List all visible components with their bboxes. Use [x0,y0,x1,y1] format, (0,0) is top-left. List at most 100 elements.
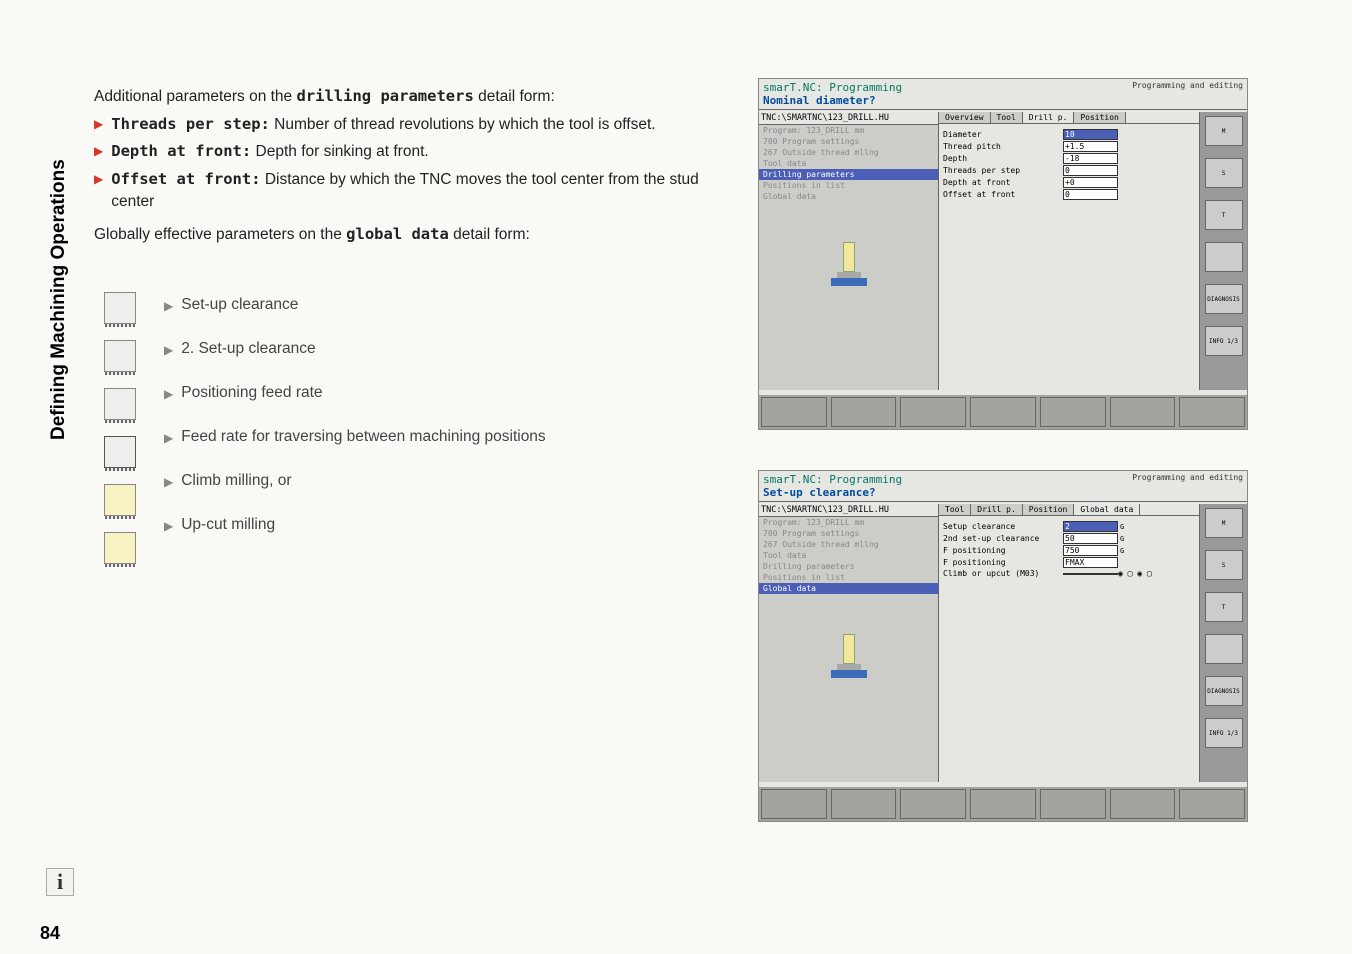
triangle-bullet-icon: ▶ [164,385,173,401]
bullet-3: ▶ Offset at front: Distance by which the… [94,169,714,212]
tab[interactable]: Drill p. [1023,112,1075,123]
fields-area: Setup clearance2 G2nd set-up clearance50… [939,516,1199,583]
app-title: smarT.NC: Programming [763,81,902,94]
mode-button[interactable]: DIAGNOSIS [1205,676,1243,706]
tree-row[interactable]: Positions in list [759,572,938,583]
field-label: Climb or upcut (M03) [943,569,1063,578]
tree-row[interactable]: Program: 123_DRILL mm [759,125,938,136]
screenshot-a-title: smarT.NC: Programming Nominal diameter? [763,81,902,107]
field-label: Offset at front [943,190,1063,199]
field-input[interactable]: 750 [1063,545,1118,556]
feed-traverse-icon [104,436,136,468]
mode-button[interactable] [1205,634,1243,664]
mode-button[interactable]: S [1205,158,1243,188]
gl-2: Positioning feed rate [181,384,322,402]
mode-button[interactable]: INFO 1/3 [1205,326,1243,356]
stud-diagram [759,594,938,684]
app-title: smarT.NC: Programming [763,473,902,486]
screenshot-global-data: smarT.NC: Programming Set-up clearance? … [758,470,1248,822]
mode-button[interactable]: T [1205,592,1243,622]
fields-area: Diameter10Thread pitch+1.5Depth-18Thread… [939,124,1199,205]
global-a: Globally effective parameters on the [94,226,346,243]
triangle-bullet-icon: ▶ [164,429,173,445]
triangle-bullet-icon: ▶ [164,341,173,357]
tree-row[interactable]: Global data [759,583,938,594]
tree-path: TNC:\SMARTNC\123_DRILL.HU [759,504,938,517]
tree-row[interactable]: Program: 123_DRILL mm [759,517,938,528]
tree-row[interactable]: Tool data [759,158,938,169]
field-input[interactable]: 10 [1063,129,1118,140]
tab[interactable]: Drill p. [971,504,1023,515]
field-input[interactable]: FMAX [1063,557,1118,568]
tab[interactable]: Overview [939,112,991,123]
tree-row[interactable]: Global data [759,191,938,202]
tree-row[interactable]: 700 Program settings [759,528,938,539]
field-label: Setup clearance [943,522,1063,531]
softkey-row[interactable] [759,787,1247,821]
gl-5: Up-cut milling [181,516,275,534]
field-input[interactable]: +1.5 [1063,141,1118,152]
field-label: Depth at front [943,178,1063,187]
mode-button[interactable]: DIAGNOSIS [1205,284,1243,314]
field-input[interactable]: 0 [1063,165,1118,176]
clearance-icon [104,292,136,324]
climb-upcut-icons[interactable]: ◉ ▢ ◉ ▢ [1118,569,1152,578]
field-input[interactable]: -18 [1063,153,1118,164]
mode-buttons[interactable]: MST DIAGNOSIS INFO 1/3 [1199,504,1247,782]
field-input[interactable]: 2 [1063,521,1118,532]
field-row: Depth at front+0 [943,177,1195,188]
mode-button[interactable] [1205,242,1243,272]
global-c: detail form: [449,226,530,243]
field-row: Diameter10 [943,129,1195,140]
tree-row[interactable]: Tool data [759,550,938,561]
tab[interactable]: Global data [1074,504,1140,515]
field-label: Diameter [943,130,1063,139]
tab[interactable]: Tool [991,112,1023,123]
detail-pane: ToolDrill p.PositionGlobal data Setup cl… [939,504,1199,782]
field-row: Thread pitch+1.5 [943,141,1195,152]
field-input[interactable]: 0 [1063,189,1118,200]
positioning-feed-icon [104,388,136,420]
bullet-2-bold: Depth at front: [111,142,251,160]
intro-line: Additional parameters on the drilling pa… [94,86,714,108]
field-input[interactable]: +0 [1063,177,1118,188]
global-line: Globally effective parameters on the glo… [94,224,714,246]
icon-column [104,292,144,580]
tree-row[interactable]: 267 Outside thread mllng [759,539,938,550]
mode-label[interactable]: Programming and editing [1132,473,1243,499]
global-b: global data [346,225,449,243]
field-input[interactable]: 50 [1063,533,1118,544]
detail-tabs[interactable]: ToolDrill p.PositionGlobal data [939,504,1199,516]
softkey-row[interactable] [759,395,1247,429]
second-clearance-icon [104,340,136,372]
tab[interactable]: Position [1023,504,1075,515]
subtitle: Set-up clearance? [763,486,876,499]
tree-row[interactable]: Drilling parameters [759,169,938,180]
triangle-bullet-icon: ▶ [94,141,103,163]
triangle-bullet-icon: ▶ [164,473,173,489]
mode-button[interactable]: INFO 1/3 [1205,718,1243,748]
field-input[interactable] [1063,573,1118,575]
bullet-1-bold: Threads per step: [111,115,270,133]
detail-tabs[interactable]: OverviewToolDrill p.Position [939,112,1199,124]
mode-button[interactable]: M [1205,116,1243,146]
tab[interactable]: Position [1074,112,1126,123]
field-row: F positioning750 G [943,545,1195,556]
mode-label[interactable]: Programming and editing [1132,81,1243,107]
mode-button[interactable]: S [1205,550,1243,580]
mode-button[interactable]: T [1205,200,1243,230]
mode-buttons[interactable]: MST DIAGNOSIS INFO 1/3 [1199,112,1247,390]
tree-row[interactable]: 700 Program settings [759,136,938,147]
screenshot-drilling-parameters: smarT.NC: Programming Nominal diameter? … [758,78,1248,430]
tab[interactable]: Tool [939,504,971,515]
tree-row[interactable]: Drilling parameters [759,561,938,572]
mode-button[interactable]: M [1205,508,1243,538]
info-icon: i [46,868,74,896]
tree-row[interactable]: 267 Outside thread mllng [759,147,938,158]
tree-row[interactable]: Positions in list [759,180,938,191]
program-tree[interactable]: TNC:\SMARTNC\123_DRILL.HU Program: 123_D… [759,504,939,782]
page-number: 84 [40,923,60,944]
field-row: 2nd set-up clearance50 G [943,533,1195,544]
program-tree[interactable]: TNC:\SMARTNC\123_DRILL.HU Program: 123_D… [759,112,939,390]
bullet-2-rest: Depth for sinking at front. [251,143,428,160]
